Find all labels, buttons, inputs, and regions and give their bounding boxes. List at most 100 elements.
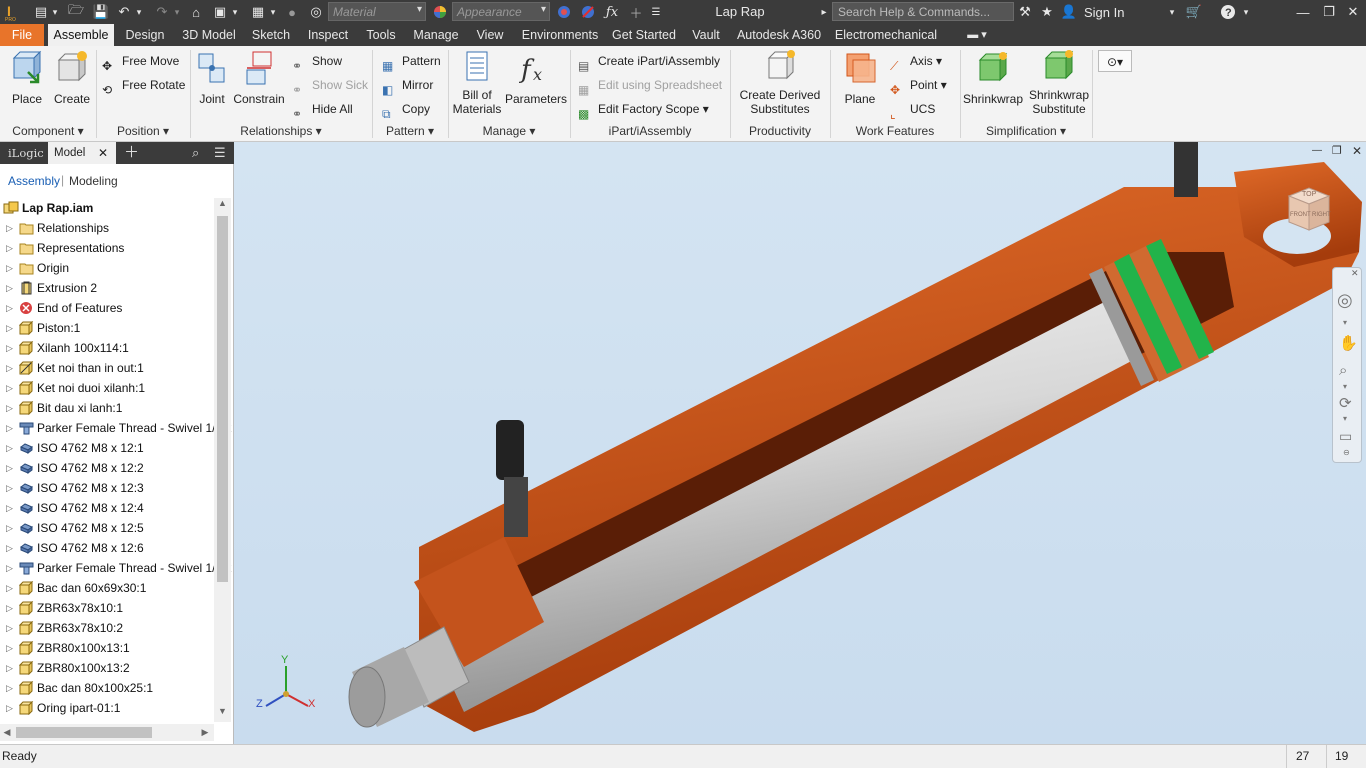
component-panel-label[interactable]: Component ▾ — [0, 122, 96, 140]
close-icon[interactable]: ✕ — [1342, 0, 1364, 24]
browser-menu-icon[interactable]: ☰ — [208, 142, 232, 164]
scroll-right-icon[interactable]: ▶ — [198, 724, 212, 741]
tab-3d-model[interactable]: 3D Model — [176, 24, 242, 46]
tab-tools[interactable]: Tools — [362, 24, 400, 46]
expand-arrow-icon[interactable]: ▷ — [6, 238, 13, 258]
expand-arrow-icon[interactable]: ▷ — [6, 218, 13, 238]
view-close-icon[interactable]: ✕ — [1352, 144, 1362, 158]
expand-arrow-icon[interactable]: ▷ — [6, 618, 13, 638]
edit-spreadsheet-button[interactable]: ▦ Edit using Spreadsheet — [578, 74, 722, 97]
orbit-icon[interactable]: ⟳ — [1339, 394, 1352, 412]
help-icon[interactable]: ? — [1218, 0, 1238, 24]
project-icon[interactable]: ▦ — [248, 0, 268, 24]
show-button[interactable]: ⚭ Show — [292, 50, 342, 73]
select-icon[interactable]: ▣ — [210, 0, 230, 24]
expand-arrow-icon[interactable]: ▷ — [6, 578, 13, 598]
clear-appearance-icon[interactable] — [578, 0, 598, 24]
tab-view[interactable]: View — [472, 24, 508, 46]
save-icon[interactable]: 💾 — [92, 0, 110, 24]
scroll-down-icon[interactable]: ▼ — [214, 706, 231, 722]
search-input[interactable]: Search Help & Commands... — [832, 2, 1014, 21]
free-move-button[interactable]: ✥ Free Move — [102, 50, 179, 73]
pattern-button[interactable]: ▦ Pattern — [382, 50, 441, 73]
cart-icon[interactable]: 🛒 — [1184, 0, 1204, 24]
point-button[interactable]: ✥ Point ▾ — [890, 74, 947, 97]
relationships-panel-label[interactable]: Relationships ▾ — [190, 122, 372, 140]
measure-icon[interactable]: ● — [282, 0, 302, 24]
expand-arrow-icon[interactable]: ▷ — [6, 538, 13, 558]
assembly-view-link[interactable]: Assembly — [8, 174, 60, 188]
scroll-thumb[interactable] — [217, 216, 228, 582]
mirror-button[interactable]: ◧ Mirror — [382, 74, 433, 97]
material-select[interactable]: Material ▾ — [328, 2, 426, 21]
modeling-view-link[interactable]: Modeling — [69, 174, 118, 188]
expand-arrow-icon[interactable]: ▷ — [6, 638, 13, 658]
pattern-panel-label[interactable]: Pattern ▾ — [372, 122, 448, 140]
expand-arrow-icon[interactable]: ▷ — [6, 398, 13, 418]
expand-arrow-icon[interactable]: ▷ — [6, 338, 13, 358]
customize-icon[interactable]: ☰ — [648, 0, 664, 24]
open-icon[interactable]: 🗁 — [66, 0, 86, 24]
orbit-dropdown-icon[interactable]: ▾ — [1343, 414, 1347, 423]
browser-vertical-scrollbar[interactable]: ▲ ▼ — [214, 198, 231, 722]
expand-arrow-icon[interactable]: ▷ — [6, 498, 13, 518]
tab-manage[interactable]: Manage — [408, 24, 464, 46]
expand-arrow-icon[interactable]: ▷ — [6, 318, 13, 338]
joint-button[interactable]: Joint — [194, 50, 230, 106]
hscroll-thumb[interactable] — [16, 727, 152, 738]
pan-icon[interactable]: ✋ — [1339, 334, 1358, 352]
adjust-appearance-icon[interactable] — [554, 0, 574, 24]
favorites-star-icon[interactable]: ★ — [1038, 0, 1056, 24]
tab-autodesk-a360[interactable]: Autodesk A360 — [734, 24, 824, 46]
manage-panel-label[interactable]: Manage ▾ — [448, 122, 570, 140]
sign-in-dropdown-icon[interactable]: ▾ — [1166, 0, 1178, 24]
bill-of-materials-button[interactable]: Bill of Materials — [452, 50, 502, 116]
appearance-select[interactable]: Appearance ▾ — [452, 2, 550, 21]
port-fitting-lower[interactable] — [496, 420, 524, 480]
expand-arrow-icon[interactable]: ▷ — [6, 358, 13, 378]
appearance-ball-icon[interactable]: ◎ — [306, 0, 326, 24]
tab-ilogic[interactable]: iLogic — [2, 142, 50, 164]
view-restore-icon[interactable]: ❐ — [1332, 144, 1342, 157]
tab-assemble[interactable]: Assemble — [48, 24, 114, 46]
free-rotate-button[interactable]: ⟲ Free Rotate — [102, 74, 185, 97]
home-icon[interactable]: ⌂ — [186, 0, 206, 24]
tab-electromechanical[interactable]: Electromechanical — [832, 24, 940, 46]
edit-factory-scope-button[interactable]: ▩ Edit Factory Scope ▾ — [578, 98, 709, 121]
create-derived-substitutes-button[interactable]: Create Derived Substitutes — [734, 50, 826, 116]
view-minimize-icon[interactable]: — — [1312, 145, 1322, 156]
expand-arrow-icon[interactable]: ▷ — [6, 458, 13, 478]
minimize-icon[interactable]: — — [1292, 0, 1314, 24]
fx-icon[interactable]: ƒx — [602, 0, 622, 24]
ribbon-toggle-icon[interactable]: ▬ ▾ — [962, 24, 992, 46]
expand-arrow-icon[interactable]: ▷ — [6, 598, 13, 618]
ribbon-options-button[interactable]: ⊙▾ — [1098, 50, 1132, 72]
constrain-button[interactable]: Constrain — [232, 50, 286, 106]
scroll-left-icon[interactable]: ◀ — [0, 724, 14, 741]
show-sick-button[interactable]: ⚭ Show Sick — [292, 74, 368, 97]
expand-arrow-icon[interactable]: ▷ — [6, 298, 13, 318]
viewcube[interactable]: TOP FRONT RIGHT — [1284, 186, 1334, 234]
shrinkwrap-button[interactable]: Shrinkwrap — [962, 50, 1024, 106]
hydraulic-cylinder-model[interactable] — [234, 142, 1366, 744]
expand-arrow-icon[interactable]: ▷ — [6, 698, 13, 718]
tab-design[interactable]: Design — [120, 24, 170, 46]
create-component-button[interactable]: Create — [52, 50, 92, 106]
expand-arrow-icon[interactable]: ▷ — [6, 438, 13, 458]
expand-arrow-icon[interactable]: ▷ — [6, 418, 13, 438]
parameters-button[interactable]: ƒx Parameters — [504, 50, 568, 106]
expand-arrow-icon[interactable]: ▷ — [6, 278, 13, 298]
search-icon[interactable]: ⌕ — [186, 142, 205, 164]
tab-sketch[interactable]: Sketch — [248, 24, 294, 46]
expand-arrow-icon[interactable]: ▷ — [6, 658, 13, 678]
tab-inspect[interactable]: Inspect — [302, 24, 354, 46]
expand-arrow-icon[interactable]: ▷ — [6, 378, 13, 398]
expand-arrow-icon[interactable]: ▷ — [6, 258, 13, 278]
scroll-up-icon[interactable]: ▲ — [214, 198, 231, 214]
select-dropdown-icon[interactable]: ▾ — [230, 0, 240, 24]
color-wheel-icon[interactable] — [430, 0, 450, 24]
place-button[interactable]: Place — [6, 50, 48, 106]
add-tab-icon[interactable]: ＋ — [118, 142, 145, 164]
undo-icon[interactable]: ↶ — [114, 0, 134, 24]
tab-file[interactable]: File — [0, 24, 44, 46]
